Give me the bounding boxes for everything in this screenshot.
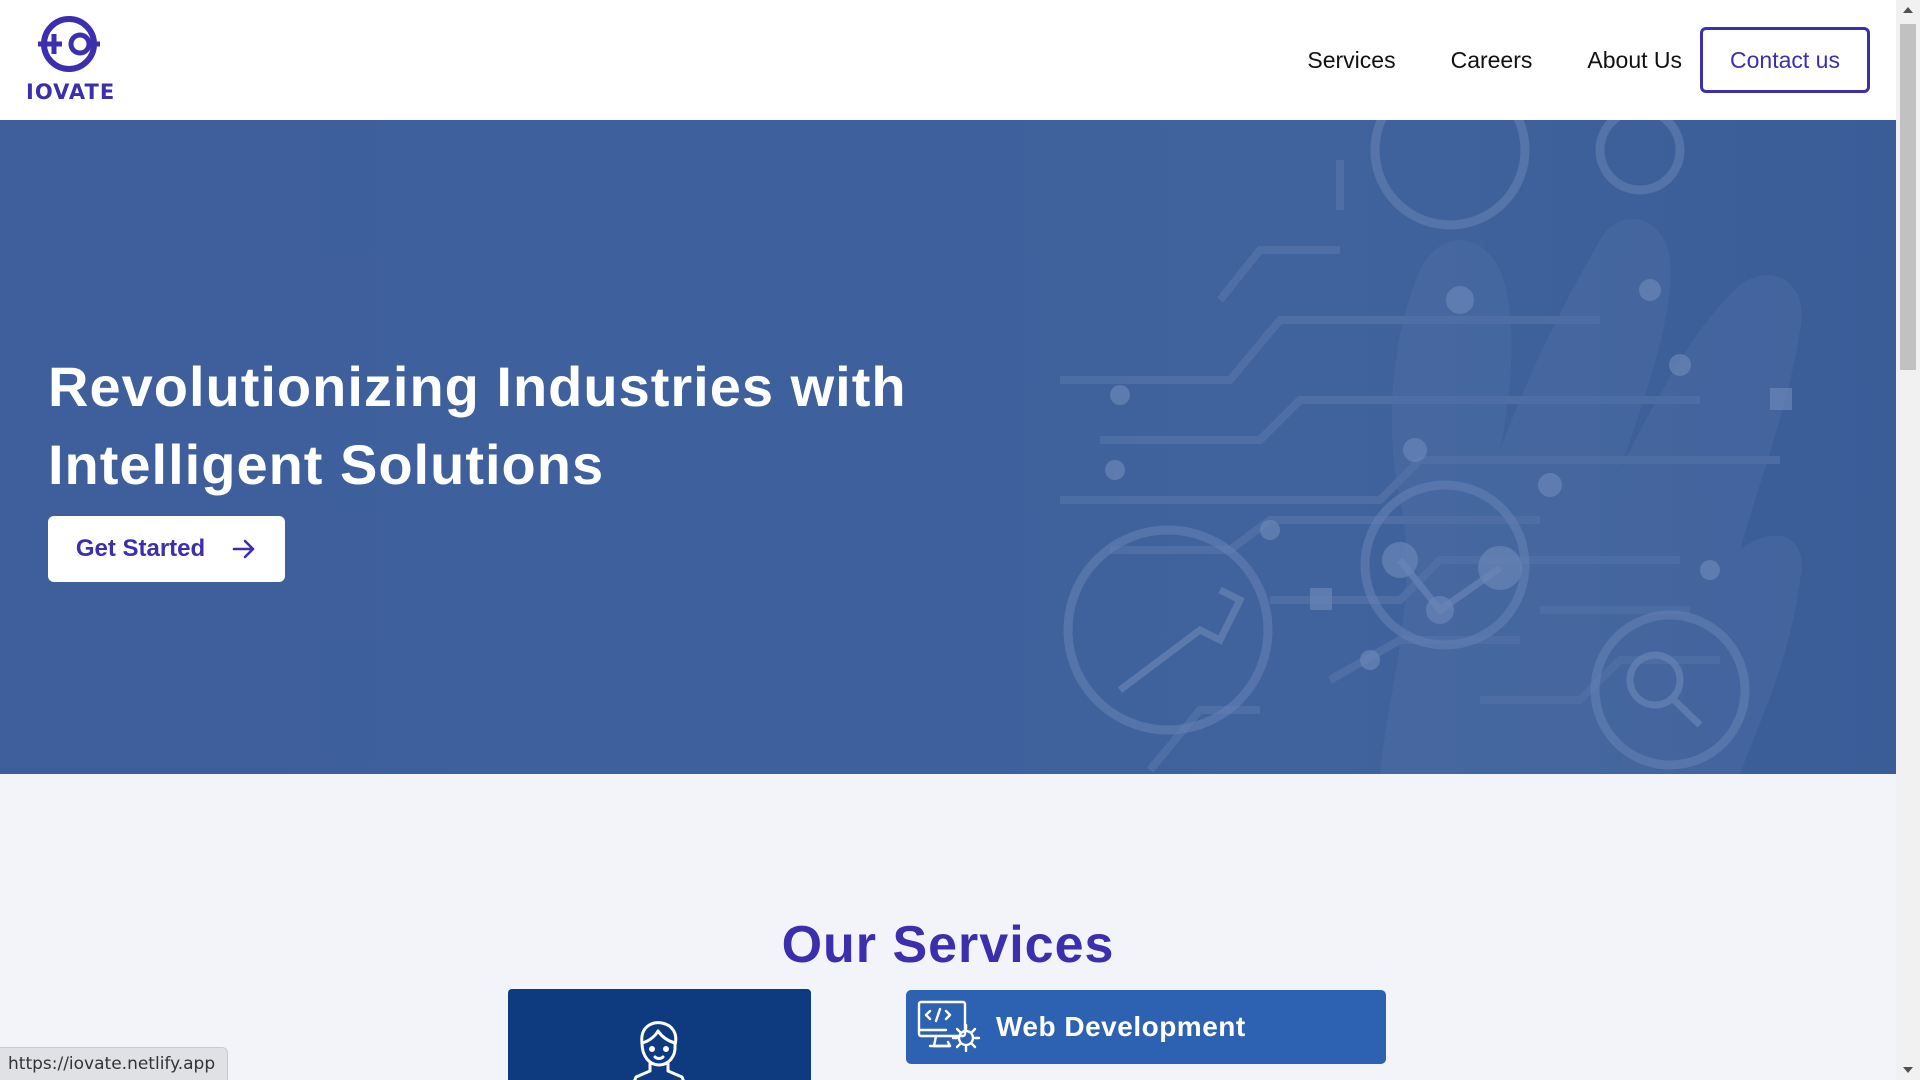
hero-title: Revolutionizing Industries with Intellig… xyxy=(48,348,1008,504)
service-card[interactable] xyxy=(508,989,811,1080)
arrow-right-icon xyxy=(232,539,255,559)
page-scrollbar[interactable] xyxy=(1896,0,1920,1080)
web-development-icon xyxy=(917,1000,981,1053)
scroll-up-icon[interactable] xyxy=(1903,7,1913,13)
service-card-web-development[interactable]: Web Development xyxy=(906,990,1386,1064)
content: IOVATE Services Careers About Us Contact… xyxy=(0,0,1896,1080)
nav-item-about-us[interactable]: About Us xyxy=(1587,47,1682,74)
nav-item-services[interactable]: Services xyxy=(1307,47,1395,74)
page: IOVATE Services Careers About Us Contact… xyxy=(0,0,1920,1080)
status-bar-url: https://iovate.netlify.app xyxy=(0,1047,229,1080)
main-nav: Services Careers About Us Contact us xyxy=(1307,27,1870,93)
brand-name: IOVATE xyxy=(26,80,116,104)
contact-us-button[interactable]: Contact us xyxy=(1700,27,1870,93)
hero-section: Revolutionizing Industries with Intellig… xyxy=(0,120,1896,774)
scroll-down-icon[interactable] xyxy=(1903,1067,1913,1073)
site-header: IOVATE Services Careers About Us Contact… xyxy=(0,0,1896,120)
services-title: Our Services xyxy=(781,916,1115,975)
person-icon xyxy=(633,1021,685,1080)
brand-logo[interactable]: IOVATE xyxy=(26,14,116,106)
nav-item-careers[interactable]: Careers xyxy=(1451,47,1533,74)
hero-title-line-2: Intelligent Solutions xyxy=(48,432,605,496)
get-started-label: Get Started xyxy=(75,535,206,562)
scrollbar-thumb[interactable] xyxy=(1900,24,1916,370)
service-card-label: Web Development xyxy=(996,1011,1246,1042)
logo-mark-icon xyxy=(38,16,100,72)
hero-title-line-1: Revolutionizing Industries with xyxy=(48,354,907,418)
get-started-button[interactable]: Get Started xyxy=(48,516,285,582)
